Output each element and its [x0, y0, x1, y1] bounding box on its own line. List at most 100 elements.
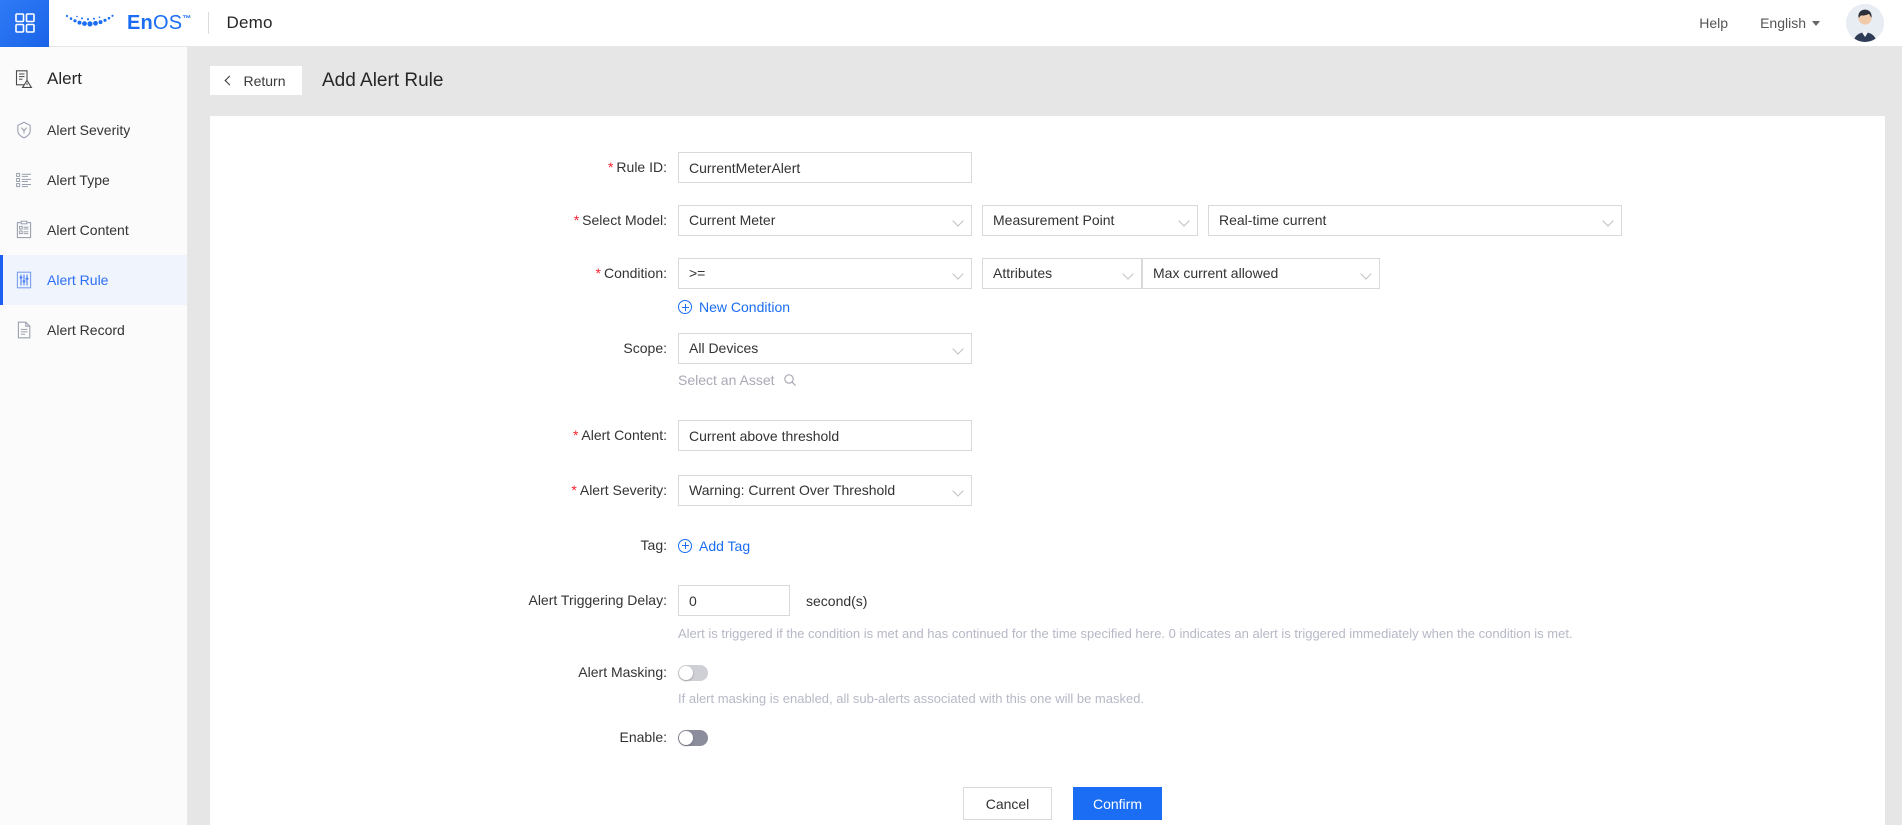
sidebar-item-alert-record[interactable]: Alert Record [0, 305, 187, 355]
model-select-value: Current Meter [689, 212, 776, 228]
form-row-select-model: * Select Model: Current Meter Measurement… [210, 205, 1885, 236]
brand-wordmark: EnOS™ [127, 13, 191, 33]
alert-severity-select[interactable]: Warning: Current Over Threshold [678, 475, 972, 506]
form-row-alert-masking: Alert Masking: If alert masking is enabl… [210, 657, 1885, 708]
sidebar-title: Alert [0, 53, 187, 105]
sidebar: Alert Alert Severity Alert Type Alert Co… [0, 47, 188, 825]
new-condition-row: New Condition [678, 297, 1380, 319]
trigger-delay-label: Alert Triggering Delay: [210, 585, 678, 616]
form-row-enable: Enable: [210, 722, 1885, 753]
trigger-delay-input-row: second(s) [678, 585, 1573, 616]
sidebar-item-label: Alert Rule [47, 272, 109, 288]
workspace-name: Demo [226, 13, 273, 32]
tag-label: Tag: [210, 530, 678, 561]
condition-source-value: Attributes [993, 265, 1053, 281]
add-tag-label: Add Tag [699, 537, 751, 554]
label-text: Tag: [640, 537, 667, 553]
page-container: Return Add Alert Rule *Rule ID: *Select … [189, 47, 1902, 825]
required-marker: * [572, 427, 579, 443]
avatar[interactable] [1846, 4, 1884, 42]
alert-content-input[interactable] [678, 420, 972, 451]
enable-toggle[interactable] [678, 729, 708, 746]
model-select[interactable]: Current Meter [678, 205, 972, 236]
help-link[interactable]: Help [1683, 0, 1744, 47]
scope-field-group: All Devices Select an Asset [678, 333, 972, 390]
form-actions: Cancel Confirm [210, 787, 1885, 820]
measurement-point-value: Real-time current [1219, 212, 1327, 228]
measurement-category-select[interactable]: Measurement Point [982, 205, 1198, 236]
enable-field-group [678, 722, 708, 753]
scope-select-value: All Devices [689, 340, 759, 356]
sidebar-item-alert-content[interactable]: Alert Content [0, 205, 187, 255]
label-text: Alert Severity: [579, 482, 667, 498]
chevron-down-icon [1360, 268, 1372, 280]
return-button[interactable]: Return [210, 66, 302, 95]
file-icon [17, 321, 31, 339]
list-icon [16, 172, 31, 188]
search-icon [783, 374, 796, 387]
condition-target-value: Max current allowed [1153, 265, 1279, 281]
brand-logo[interactable]: EnOS™ [62, 10, 191, 36]
form-row-trigger-delay: Alert Triggering Delay: second(s) Alert … [210, 585, 1885, 643]
sidebar-item-alert-rule[interactable]: Alert Rule [0, 255, 187, 305]
sidebar-item-label: Alert Type [47, 172, 110, 188]
chevron-down-icon [952, 343, 964, 355]
label-text: Scope: [623, 340, 667, 356]
required-marker: * [573, 212, 580, 228]
scope-select[interactable]: All Devices [678, 333, 972, 364]
chevron-down-icon [952, 268, 964, 280]
alert-severity-value: Warning: Current Over Threshold [689, 482, 896, 498]
measurement-category-value: Measurement Point [993, 212, 1115, 228]
confirm-button[interactable]: Confirm [1073, 787, 1162, 820]
condition-target-select[interactable]: Max current allowed [1142, 258, 1380, 289]
required-marker: * [607, 159, 614, 175]
cancel-button[interactable]: Cancel [963, 787, 1052, 820]
return-button-label: Return [243, 72, 286, 89]
label-text: Alert Triggering Delay: [528, 592, 667, 608]
app-switcher-button[interactable] [0, 0, 49, 47]
severity-badge-icon [17, 121, 31, 139]
new-condition-button[interactable]: New Condition [678, 297, 790, 317]
rule-id-input[interactable] [678, 152, 972, 183]
sidebar-item-label: Alert Record [47, 322, 125, 338]
condition-source-select[interactable]: Attributes [982, 258, 1142, 289]
form-row-rule-id: * Rule ID: [210, 152, 1885, 183]
brand-name-os: OS [152, 12, 183, 34]
plus-circle-icon [678, 538, 692, 553]
select-asset-button[interactable]: Select an Asset [678, 372, 797, 388]
top-bar: EnOS™ Demo Help English [0, 0, 1902, 47]
select-asset-row: Select an Asset [678, 372, 972, 390]
alert-masking-toggle-row [678, 657, 1144, 688]
sidebar-item-label: Alert Content [47, 222, 129, 238]
chevron-down-icon [1602, 215, 1614, 227]
condition-field-group: >= Attributes Max current allowed New Co… [678, 258, 1380, 319]
sidebar-item-alert-severity[interactable]: Alert Severity [0, 105, 187, 155]
page-header: Return Add Alert Rule [189, 47, 1902, 95]
sidebar-title-label: Alert [47, 69, 82, 88]
brand-trademark: ™ [182, 13, 192, 24]
alert-document-icon [15, 70, 33, 88]
alert-masking-hint: If alert masking is enabled, all sub-ale… [678, 691, 1145, 706]
trigger-delay-unit: second(s) [806, 592, 868, 609]
sidebar-item-alert-type[interactable]: Alert Type [0, 155, 187, 205]
language-selector[interactable]: English [1744, 0, 1836, 47]
required-marker: * [571, 482, 577, 498]
sidebar-item-label: Alert Severity [47, 122, 131, 138]
trigger-delay-hint: Alert is triggered if the condition is m… [678, 626, 1573, 641]
add-tag-button[interactable]: Add Tag [678, 536, 750, 556]
alert-masking-toggle[interactable] [678, 664, 708, 681]
sliders-icon [16, 271, 32, 289]
trigger-delay-input[interactable] [678, 585, 790, 616]
form-row-scope: Scope: All Devices Select an Asset [210, 333, 1885, 390]
measurement-point-select[interactable]: Real-time current [1208, 205, 1622, 236]
alert-content-field-group [678, 420, 972, 451]
alert-severity-label: * Alert Severity: [210, 475, 678, 506]
select-model-label: * Select Model: [210, 205, 678, 236]
page-title: Add Alert Rule [322, 69, 444, 91]
alert-masking-label: Alert Masking: [210, 657, 678, 688]
chevron-down-icon [1178, 215, 1190, 227]
language-label: English [1760, 14, 1806, 31]
rule-id-label: * Rule ID: [210, 152, 678, 183]
condition-operator-select[interactable]: >= [678, 258, 972, 289]
select-asset-label: Select an Asset [678, 372, 775, 388]
